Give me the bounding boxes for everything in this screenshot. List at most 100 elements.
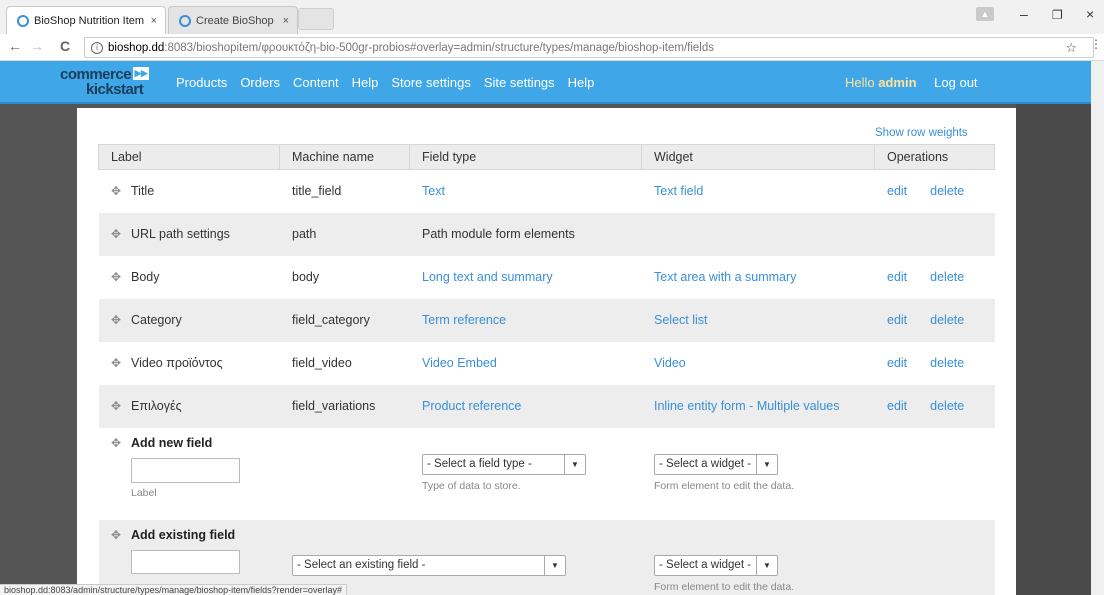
existing-widget-select[interactable]: - Select a widget - ▼ [654, 554, 778, 576]
info-icon[interactable]: i [91, 41, 103, 54]
drag-handle-icon[interactable]: ✥ [111, 227, 123, 241]
menu-store-settings[interactable]: Store settings [391, 75, 471, 90]
table-row: ✥ Video προϊόντος field_video Video Embed… [98, 341, 995, 385]
browser-toolbar: ← → C i bioshop.dd :8083/bioshopitem/φρο… [0, 34, 1104, 61]
delete-link[interactable]: delete [930, 356, 964, 370]
edit-link[interactable]: edit [887, 313, 907, 327]
close-tab-icon[interactable]: × [283, 15, 289, 27]
field-type-select[interactable]: - Select a field type - ▼ [422, 453, 586, 475]
field-type-link[interactable]: Video Embed [422, 356, 497, 370]
delete-link[interactable]: delete [930, 313, 964, 327]
manage-fields-table: Label Machine name Field type Widget Ope… [98, 144, 995, 595]
admin-menu: Products Orders Content Help Store setti… [176, 75, 607, 90]
restore-icon[interactable]: ❐ [1052, 8, 1063, 22]
existing-field-label-input[interactable] [131, 549, 240, 574]
table-row: ✥ Category field_category Term reference … [98, 298, 995, 342]
table-row: ✥ Επιλογές field_variations Product refer… [98, 384, 995, 428]
show-row-weights-link[interactable]: Show row weights [875, 127, 968, 139]
url-path: :8083/bioshopitem/φρουκτόζη-bio-500gr-pr… [164, 41, 715, 54]
delete-link[interactable]: delete [930, 399, 964, 413]
close-window-icon[interactable]: × [1086, 6, 1094, 22]
menu-content[interactable]: Content [293, 75, 339, 90]
edit-link[interactable]: edit [887, 356, 907, 370]
new-field-label-input[interactable] [131, 457, 240, 483]
logout-link[interactable]: Log out [934, 75, 977, 90]
edit-link[interactable]: edit [887, 184, 907, 198]
field-label: Επιλογές [131, 399, 182, 413]
minimize-icon[interactable]: – [1020, 6, 1028, 22]
edit-link[interactable]: edit [887, 270, 907, 284]
menu-orders[interactable]: Orders [240, 75, 280, 90]
existing-field-select-value: - Select an existing field - [297, 559, 426, 571]
header-field-type: Field type [409, 144, 642, 170]
username-link[interactable]: admin [878, 75, 916, 90]
menu-products[interactable]: Products [176, 75, 227, 90]
field-type-link[interactable]: Text [422, 184, 445, 198]
table-header-row: Label Machine name Field type Widget Ope… [98, 144, 995, 170]
commerce-kickstart-logo[interactable]: commerce ▶▶ kickstart [60, 67, 156, 99]
new-tab-button[interactable] [298, 8, 334, 30]
drag-handle-icon[interactable]: ✥ [111, 313, 123, 327]
field-type-link[interactable]: Term reference [422, 313, 506, 327]
back-icon[interactable]: ← [8, 38, 22, 54]
existing-field-select[interactable]: - Select an existing field - ▼ [292, 554, 566, 576]
bookmark-star-icon[interactable]: ☆ [1065, 40, 1077, 56]
menu-help-2[interactable]: Help [568, 75, 595, 90]
browser-tab-bioshop-item[interactable]: BioShop Nutrition Item | × [6, 6, 166, 34]
widget-link[interactable]: Video [654, 356, 686, 370]
menu-help[interactable]: Help [352, 75, 379, 90]
field-machine-name: field_category [279, 298, 410, 342]
widget-link[interactable]: Text area with a summary [654, 270, 796, 284]
drag-handle-icon[interactable]: ✥ [111, 528, 123, 542]
chevron-down-icon: ▼ [756, 555, 777, 575]
drupal-favicon-icon [179, 14, 191, 27]
widget-description: Form element to edit the data. [654, 479, 795, 492]
widget-link[interactable]: Select list [654, 313, 708, 327]
admin-toolbar: commerce ▶▶ kickstart Products Orders Con… [0, 61, 1091, 104]
new-field-label-description: Label [131, 486, 157, 499]
widget-link[interactable]: Text field [654, 184, 703, 198]
field-type-link[interactable]: Long text and summary [422, 270, 553, 284]
header-label: Label [98, 144, 280, 170]
field-label: Video προϊόντος [131, 356, 223, 370]
profile-icon[interactable]: ▲ [976, 7, 994, 21]
delete-link[interactable]: delete [930, 184, 964, 198]
table-row: ✥ URL path settings path Path module form… [98, 212, 995, 256]
field-type-description: Type of data to store. [422, 479, 521, 492]
field-label: URL path settings [131, 227, 230, 241]
menu-site-settings[interactable]: Site settings [484, 75, 555, 90]
field-machine-name: title_field [279, 169, 410, 213]
delete-link[interactable]: delete [930, 270, 964, 284]
drag-handle-icon[interactable]: ✥ [111, 399, 123, 413]
field-machine-name: field_video [279, 341, 410, 385]
chevron-down-icon: ▼ [544, 555, 565, 575]
field-label: Title [131, 184, 155, 199]
browser-status-bar: bioshop.dd:8083/admin/structure/types/ma… [0, 584, 347, 595]
edit-link[interactable]: edit [887, 399, 907, 413]
browser-menu-icon[interactable]: ⋮ [1090, 37, 1102, 51]
forward-icon[interactable]: → [30, 38, 44, 54]
existing-widget-select-value: - Select a widget - [659, 559, 752, 571]
drag-handle-icon[interactable]: ✥ [111, 184, 123, 198]
header-machine-name: Machine name [279, 144, 410, 170]
field-type-link[interactable]: Product reference [422, 399, 521, 413]
drag-handle-icon[interactable]: ✥ [111, 436, 123, 450]
field-label: Body [131, 270, 160, 284]
drag-handle-icon[interactable]: ✥ [111, 270, 123, 284]
widget-select[interactable]: - Select a widget - ▼ [654, 453, 778, 475]
hello-text: Hello [845, 75, 879, 90]
fast-forward-icon: ▶▶ [133, 67, 150, 80]
page-scrollbar[interactable] [1091, 61, 1104, 595]
reload-icon[interactable]: C [60, 38, 70, 54]
chevron-down-icon: ▼ [564, 454, 585, 474]
widget-link[interactable]: Inline entity form - Multiple values [654, 399, 840, 413]
drag-handle-icon[interactable]: ✥ [111, 356, 123, 370]
widget-text [641, 212, 875, 256]
address-bar[interactable]: i bioshop.dd :8083/bioshopitem/φρουκτόζη… [84, 37, 1094, 58]
browser-tab-create-bioshop[interactable]: Create BioShop Nutrition × [168, 6, 298, 34]
header-widget: Widget [641, 144, 875, 170]
field-machine-name: path [279, 212, 410, 256]
add-new-field-title: Add new field [131, 435, 213, 450]
close-tab-icon[interactable]: × [151, 15, 157, 27]
add-existing-field-title: Add existing field [131, 527, 236, 542]
